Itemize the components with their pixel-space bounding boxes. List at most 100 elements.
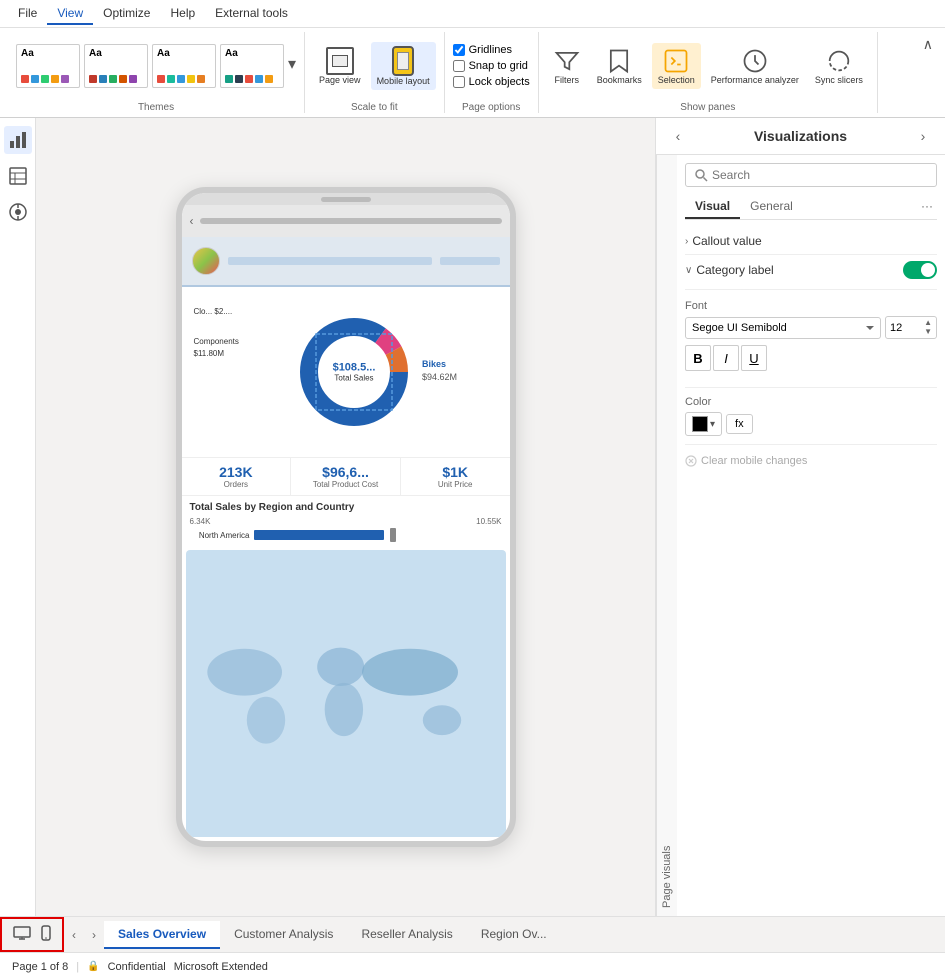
sidebar-icon-format[interactable] bbox=[4, 198, 32, 226]
tab-general[interactable]: General bbox=[740, 195, 803, 219]
mobile-layout-button[interactable]: Mobile layout bbox=[371, 42, 436, 90]
bar-chart-title: Total Sales by Region and Country bbox=[190, 502, 502, 513]
page-tab-customer-analysis[interactable]: Customer Analysis bbox=[220, 921, 347, 949]
donut-chart: $108.5... Total Sales bbox=[294, 312, 414, 432]
fx-button[interactable]: fx bbox=[726, 414, 753, 434]
sync-icon bbox=[825, 47, 853, 75]
lock-objects-checkbox[interactable]: Lock objects bbox=[453, 76, 530, 88]
left-sidebar bbox=[0, 118, 36, 916]
gridlines-checkbox[interactable]: Gridlines bbox=[453, 44, 530, 56]
filters-button[interactable]: Filters bbox=[547, 43, 587, 89]
themes-items: Aa Aa Aa bbox=[16, 32, 296, 100]
bar-label-north-america: North America bbox=[190, 531, 250, 540]
category-label-section[interactable]: ∨ Category label bbox=[685, 255, 937, 285]
checkbox-items: Gridlines Snap to grid Lock objects bbox=[453, 32, 530, 100]
theme-swatch-4[interactable]: Aa bbox=[220, 44, 284, 88]
sync-slicers-button[interactable]: Sync slicers bbox=[809, 43, 869, 89]
page-view-button[interactable]: Page view bbox=[313, 43, 367, 89]
legend-item-bikes: Bikes bbox=[422, 359, 457, 369]
stat-unit-price-label: Unit Price bbox=[403, 480, 508, 489]
font-label: Font bbox=[685, 300, 937, 312]
bold-button[interactable]: B bbox=[685, 345, 711, 371]
stat-orders: 213K Orders bbox=[182, 458, 292, 495]
clear-mobile-btn[interactable]: Clear mobile changes bbox=[685, 449, 807, 473]
view-buttons: Page view Mobile layout bbox=[313, 32, 436, 100]
search-input[interactable] bbox=[712, 168, 928, 182]
mobile-icon bbox=[41, 925, 51, 941]
color-section: Color ▾ fx bbox=[685, 392, 937, 440]
phone-donut-section: Clo... $2.... Components $11.80M bbox=[182, 287, 510, 457]
font-family-select[interactable]: Segoe UI Semibold bbox=[685, 317, 881, 339]
sidebar-icon-chart[interactable] bbox=[4, 126, 32, 154]
search-box[interactable] bbox=[685, 163, 937, 187]
filters-label: Filters bbox=[555, 75, 580, 85]
category-label-text: Category label bbox=[696, 263, 773, 277]
menu-external-tools[interactable]: External tools bbox=[205, 3, 298, 25]
mobile-layout-label: Mobile layout bbox=[377, 76, 430, 86]
color-swatch-button[interactable]: ▾ bbox=[685, 412, 722, 436]
canvas-area: ‹ Clo... $2.... Components $11.80M bbox=[36, 118, 655, 916]
page-tab-region-overview[interactable]: Region Ov... bbox=[467, 921, 561, 949]
font-section: Font Segoe UI Semibold 12 ▲ ▼ bbox=[685, 294, 937, 383]
selection-button[interactable]: Selection bbox=[652, 43, 701, 89]
selection-icon bbox=[662, 47, 690, 75]
page-tab-sales-overview[interactable]: Sales Overview bbox=[104, 921, 220, 949]
phone-bar-section: Total Sales by Region and Country 6.34K … bbox=[182, 496, 510, 550]
theme-swatch-2[interactable]: Aa bbox=[84, 44, 148, 88]
page-view-icons bbox=[0, 917, 64, 952]
theme-swatch-3[interactable]: Aa bbox=[152, 44, 216, 88]
theme-dropdown-btn[interactable]: ▾ bbox=[288, 54, 296, 78]
bar-scale-min: 6.34K bbox=[190, 517, 211, 526]
tab-more-btn[interactable]: ··· bbox=[917, 195, 937, 219]
bookmark-icon bbox=[605, 47, 633, 75]
category-toggle-switch[interactable] bbox=[903, 261, 937, 279]
sync-slicers-label: Sync slicers bbox=[815, 75, 863, 85]
menu-view[interactable]: View bbox=[47, 3, 93, 25]
tab-visual[interactable]: Visual bbox=[685, 195, 740, 219]
page-options-label: Page options bbox=[462, 100, 520, 113]
clear-icon bbox=[685, 455, 697, 467]
panel-title: Visualizations bbox=[754, 128, 847, 144]
font-size-up[interactable]: ▲ bbox=[924, 319, 932, 327]
font-size-value: 12 bbox=[890, 322, 902, 334]
page-options-checkboxes: Gridlines Snap to grid Lock objects bbox=[453, 44, 530, 88]
callout-value-section[interactable]: › Callout value bbox=[685, 228, 937, 255]
page-nav-next[interactable]: › bbox=[84, 921, 104, 949]
snap-to-grid-checkbox[interactable]: Snap to grid bbox=[453, 60, 530, 72]
desktop-view-btn[interactable] bbox=[10, 923, 34, 946]
underline-button[interactable]: U bbox=[741, 345, 767, 371]
color-label: Color bbox=[685, 396, 937, 408]
page-nav-prev[interactable]: ‹ bbox=[64, 921, 84, 949]
menu-file[interactable]: File bbox=[8, 3, 47, 25]
legend-item-bikes-value: $94.62M bbox=[422, 372, 457, 382]
menu-optimize[interactable]: Optimize bbox=[93, 3, 160, 25]
toggle-knob bbox=[921, 263, 935, 277]
phone-top bbox=[182, 193, 510, 205]
format-icon bbox=[9, 203, 27, 221]
font-size-spinners[interactable]: ▲ ▼ bbox=[924, 319, 932, 336]
panel-body: Page visuals Visual General ··· bbox=[656, 155, 945, 916]
panel-header: ‹ Visualizations › bbox=[656, 118, 945, 155]
donut-left-label-3: $11.80M bbox=[194, 349, 225, 358]
italic-button[interactable]: I bbox=[713, 345, 739, 371]
menu-help[interactable]: Help bbox=[160, 3, 205, 25]
scale-to-fit-label: Scale to fit bbox=[351, 100, 398, 113]
clear-mobile-label: Clear mobile changes bbox=[701, 455, 807, 467]
font-size-field[interactable]: 12 ▲ ▼ bbox=[885, 316, 937, 339]
panel-prev-btn[interactable]: ‹ bbox=[668, 126, 688, 146]
panel-expand-btn[interactable]: › bbox=[913, 126, 933, 146]
mobile-view-btn[interactable] bbox=[38, 922, 54, 947]
bar-scale-max: 10.55K bbox=[476, 517, 501, 526]
category-toggle[interactable] bbox=[903, 261, 937, 279]
sidebar-icon-table[interactable] bbox=[4, 162, 32, 190]
page-tab-reseller-analysis[interactable]: Reseller Analysis bbox=[347, 921, 466, 949]
bookmarks-button[interactable]: Bookmarks bbox=[591, 43, 648, 89]
avatar bbox=[192, 247, 220, 275]
stat-orders-value: 213K bbox=[184, 464, 289, 480]
font-size-down[interactable]: ▼ bbox=[924, 328, 932, 336]
donut-subtitle: Total Sales bbox=[333, 374, 376, 383]
performance-analyzer-button[interactable]: Performance analyzer bbox=[705, 43, 805, 89]
theme-swatch-1[interactable]: Aa bbox=[16, 44, 80, 88]
font-style-row: B I U bbox=[685, 345, 937, 371]
ribbon-collapse-btn[interactable]: ∧ bbox=[919, 32, 937, 113]
